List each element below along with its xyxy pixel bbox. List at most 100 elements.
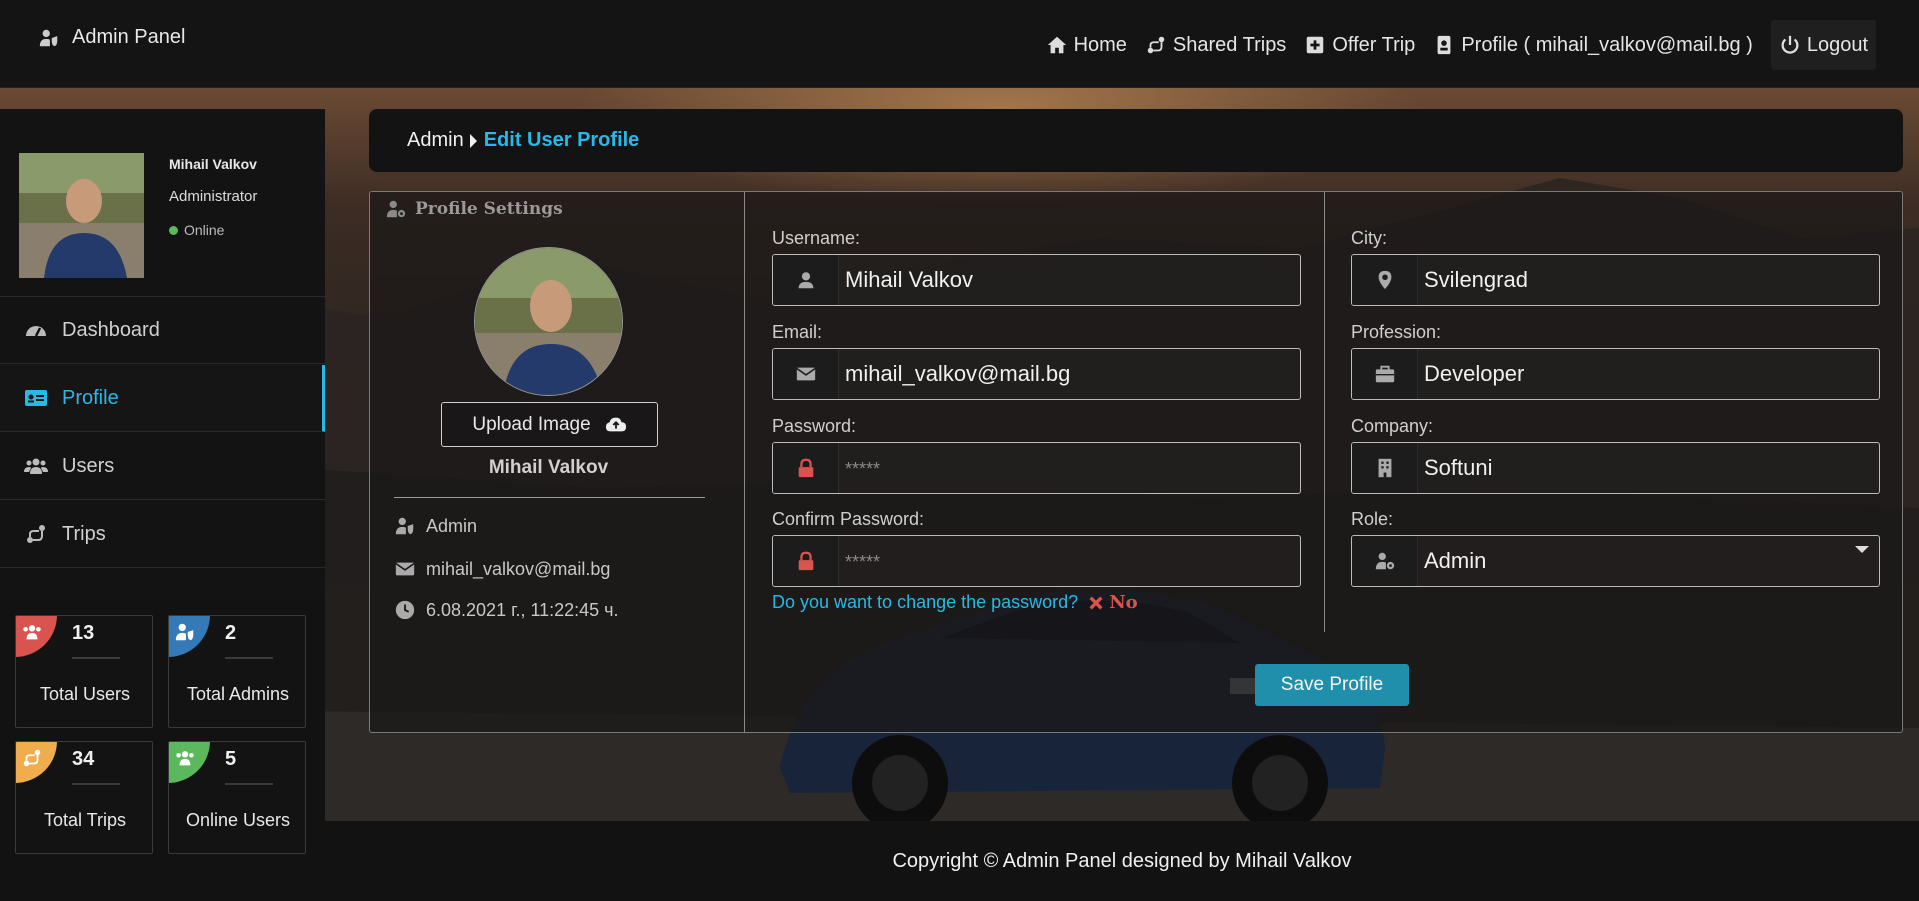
plus-square-icon: [1304, 34, 1326, 56]
profession-input[interactable]: [1418, 349, 1879, 399]
stat-corner: [169, 742, 210, 783]
sidebar-item-trips[interactable]: Trips: [0, 501, 325, 568]
confirm-password-field[interactable]: [772, 535, 1301, 587]
sidebar-item-label: Trips: [62, 522, 106, 545]
nav-shared-trips[interactable]: Shared Trips: [1145, 20, 1286, 70]
sidebar-item-label: Users: [62, 454, 115, 477]
sidebar: Mihail Valkov Administrator Online Dashb…: [0, 109, 325, 602]
username-field[interactable]: [772, 254, 1301, 306]
stat-divider: [225, 783, 273, 785]
profile-role-row: Admin: [394, 515, 477, 537]
profile-email-row: mihail_valkov@mail.bg: [394, 558, 610, 580]
field-addon: [773, 349, 839, 399]
lock-icon: [795, 550, 817, 572]
online-dot-icon: [169, 225, 178, 235]
change-password-question[interactable]: Do you want to change the password?: [772, 592, 1078, 613]
footer: Copyright © Admin Panel designed by Miha…: [325, 821, 1919, 901]
nav-offer-trip-label: Offer Trip: [1332, 33, 1416, 56]
edit-profile-panel: Profile Settings Upload Image Mihail Val…: [369, 191, 1903, 733]
profession-field[interactable]: [1351, 348, 1880, 400]
role-label: Role:: [1351, 509, 1394, 529]
profile-settings-title: Profile Settings: [385, 198, 563, 220]
nav-logout[interactable]: Logout: [1770, 20, 1876, 70]
envelope-icon: [394, 558, 416, 580]
password-input[interactable]: [839, 443, 1300, 493]
user-icon: [795, 269, 817, 291]
nav-shared-trips-label: Shared Trips: [1172, 33, 1287, 56]
breadcrumb-root[interactable]: Admin: [407, 129, 464, 152]
page-title: Edit User Profile: [483, 129, 640, 151]
top-navbar: Admin Panel Home Shared Trips Offer Trip…: [0, 0, 1919, 88]
footer-text: Copyright © Admin Panel designed by Miha…: [892, 849, 1352, 872]
profile-role: Admin: [426, 515, 478, 536]
user-cog-icon: [385, 198, 407, 220]
nav-profile[interactable]: Profile ( mihail_valkov@mail.bg ): [1433, 20, 1753, 70]
cloud-upload-icon: [605, 414, 627, 436]
field-addon: [773, 536, 839, 586]
email-field[interactable]: [772, 348, 1301, 400]
email-input[interactable]: [839, 349, 1300, 399]
company-field[interactable]: [1351, 442, 1880, 494]
stat-card-total-users: 13 Total Users: [15, 615, 153, 728]
field-addon: [1352, 443, 1418, 493]
city-field[interactable]: [1351, 254, 1880, 306]
avatar: [19, 153, 144, 278]
upload-image-label: Upload Image: [472, 413, 591, 435]
route-icon: [24, 522, 48, 546]
city-input[interactable]: [1418, 255, 1879, 305]
sidebar-item-profile[interactable]: Profile: [0, 365, 325, 432]
profile-created-row: 6.08.2021 г., 11:22:45 ч.: [394, 599, 619, 621]
power-icon: [1779, 34, 1801, 56]
save-profile-button[interactable]: Save Profile: [1255, 664, 1409, 706]
chevron-down-icon[interactable]: [1855, 546, 1869, 553]
status-badge: Online: [169, 222, 224, 238]
sidebar-item-dashboard[interactable]: Dashboard: [0, 297, 325, 364]
home-icon: [1046, 34, 1068, 56]
user-shield-icon: [38, 27, 60, 49]
users-icon: [21, 621, 43, 643]
password-field[interactable]: [772, 442, 1301, 494]
role-select[interactable]: Admin: [1351, 535, 1880, 587]
stat-label: Online Users: [185, 810, 291, 830]
company-input[interactable]: [1418, 443, 1879, 493]
id-card-icon: [24, 386, 48, 410]
stat-divider: [72, 783, 120, 785]
change-password-answer: No: [1109, 592, 1138, 613]
brand[interactable]: Admin Panel: [38, 26, 185, 49]
profile-created: 6.08.2021 г., 11:22:45 ч.: [426, 599, 619, 620]
field-addon: [773, 255, 839, 305]
sidebar-item-label: Profile: [62, 386, 119, 409]
nav-profile-label: Profile ( mihail_valkov@mail.bg ): [1461, 33, 1753, 56]
users-icon: [24, 454, 48, 478]
nav-offer-trip[interactable]: Offer Trip: [1304, 20, 1415, 70]
stat-corner: [16, 742, 57, 783]
main-nav: Home Shared Trips Offer Trip Profile ( m…: [1046, 20, 1876, 70]
profession-label: Profession:: [1351, 322, 1442, 342]
username-label: Username:: [772, 228, 861, 248]
company-label: Company:: [1351, 416, 1434, 436]
users-icon: [174, 747, 196, 769]
field-addon: [1352, 349, 1418, 399]
profile-settings-column: Profile Settings Upload Image Mihail Val…: [370, 192, 745, 732]
nav-home-label: Home: [1073, 33, 1127, 56]
upload-image-button[interactable]: Upload Image: [441, 402, 658, 447]
field-addon: [1352, 536, 1418, 586]
field-addon: [1352, 255, 1418, 305]
profile-settings-label: Profile Settings: [415, 199, 563, 219]
stat-card-total-trips: 34 Total Trips: [15, 741, 153, 854]
stat-label: Total Trips: [43, 810, 127, 830]
sidebar-profile-card: Mihail Valkov Administrator Online: [0, 109, 325, 297]
breadcrumb: Admin Edit User Profile: [369, 109, 1903, 172]
building-icon: [1374, 457, 1396, 479]
stat-divider: [225, 657, 273, 659]
username-input[interactable]: [839, 255, 1300, 305]
confirm-password-input[interactable]: [839, 536, 1300, 586]
sidebar-item-users[interactable]: Users: [0, 433, 325, 500]
id-badge-icon: [1433, 34, 1455, 56]
profile-name: Mihail Valkov: [488, 457, 609, 478]
change-password-no[interactable]: No: [1088, 592, 1138, 613]
stat-label: Total Admins: [186, 684, 290, 704]
lock-icon: [795, 457, 817, 479]
sidebar-user-role: Administrator: [169, 188, 258, 205]
nav-home[interactable]: Home: [1046, 20, 1127, 70]
